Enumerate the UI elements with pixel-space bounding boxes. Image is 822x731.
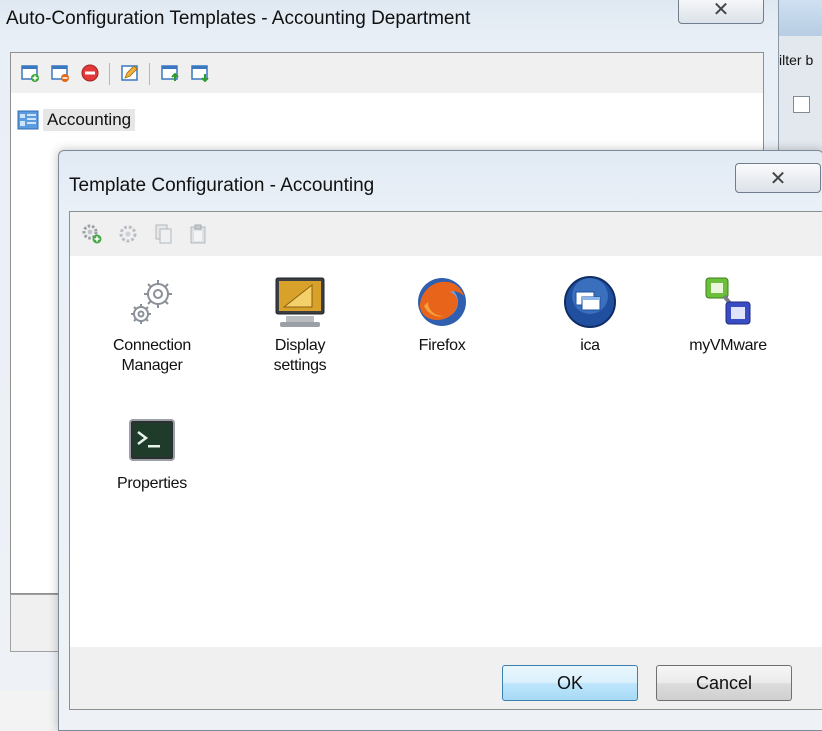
display-icon bbox=[275, 277, 325, 327]
vmware-icon bbox=[705, 277, 751, 325]
outer-close-button[interactable]: ✕ bbox=[678, 0, 764, 24]
import-icon[interactable] bbox=[161, 64, 179, 82]
toolbar-separator bbox=[149, 63, 150, 85]
item-ica[interactable]: ica bbox=[520, 274, 660, 356]
dialog-title: Template Configuration - Accounting bbox=[69, 175, 375, 196]
template-items-grid: Connection Manager Display settings Fire… bbox=[70, 256, 822, 648]
firefox-icon bbox=[418, 278, 466, 326]
item-display-settings[interactable]: Display settings bbox=[230, 274, 370, 376]
window-title: Auto-Configuration Templates - Accountin… bbox=[6, 8, 471, 29]
ica-icon bbox=[564, 276, 616, 328]
template-configuration-dialog: Template Configuration - Accounting ✕ Co… bbox=[58, 150, 822, 731]
item-label-line1: Firefox bbox=[418, 337, 466, 354]
item-firefox[interactable]: Firefox bbox=[372, 274, 512, 356]
close-icon: ✕ bbox=[712, 0, 730, 21]
item-label-line1: Display bbox=[274, 337, 326, 354]
delete-icon[interactable] bbox=[81, 64, 99, 82]
add-setting-icon[interactable] bbox=[82, 224, 102, 244]
add-template-icon[interactable] bbox=[21, 64, 39, 82]
filter-checkbox[interactable] bbox=[793, 96, 810, 113]
tree-node-label: Accounting bbox=[43, 109, 136, 131]
department-icon bbox=[17, 110, 39, 130]
tree-node-accounting[interactable]: Accounting bbox=[17, 109, 136, 131]
item-properties[interactable]: Properties bbox=[82, 412, 222, 494]
item-connection-manager[interactable]: Connection Manager bbox=[82, 274, 222, 376]
edit-icon[interactable] bbox=[121, 64, 139, 82]
filter-label: ilter b bbox=[779, 52, 814, 68]
copy-icon[interactable] bbox=[154, 224, 174, 244]
item-myvmware[interactable]: myVMware bbox=[658, 274, 798, 356]
export-icon[interactable] bbox=[191, 64, 209, 82]
dialog-panel: Connection Manager Display settings Fire… bbox=[69, 211, 822, 649]
remove-template-icon[interactable] bbox=[51, 64, 69, 82]
remove-setting-icon[interactable] bbox=[118, 224, 138, 244]
item-label-line1: ica bbox=[580, 337, 600, 354]
ok-button[interactable]: OK bbox=[502, 665, 638, 701]
cancel-button[interactable]: Cancel bbox=[656, 665, 792, 701]
close-icon: ✕ bbox=[769, 167, 787, 190]
toolbar-separator bbox=[109, 63, 110, 85]
item-label-line2: Manager bbox=[121, 357, 183, 374]
outer-toolbar bbox=[10, 52, 764, 94]
item-label-line1: Properties bbox=[117, 475, 187, 492]
dialog-close-button[interactable]: ✕ bbox=[735, 163, 821, 193]
item-label-line1: myVMware bbox=[689, 337, 767, 354]
dialog-toolbar bbox=[70, 212, 822, 256]
item-label-line1: Connection bbox=[113, 337, 191, 354]
gears-icon bbox=[131, 280, 172, 324]
dialog-footer: OK Cancel bbox=[69, 647, 822, 710]
terminal-icon bbox=[129, 419, 175, 461]
item-label-line2: settings bbox=[273, 357, 327, 374]
paste-icon[interactable] bbox=[188, 224, 208, 244]
